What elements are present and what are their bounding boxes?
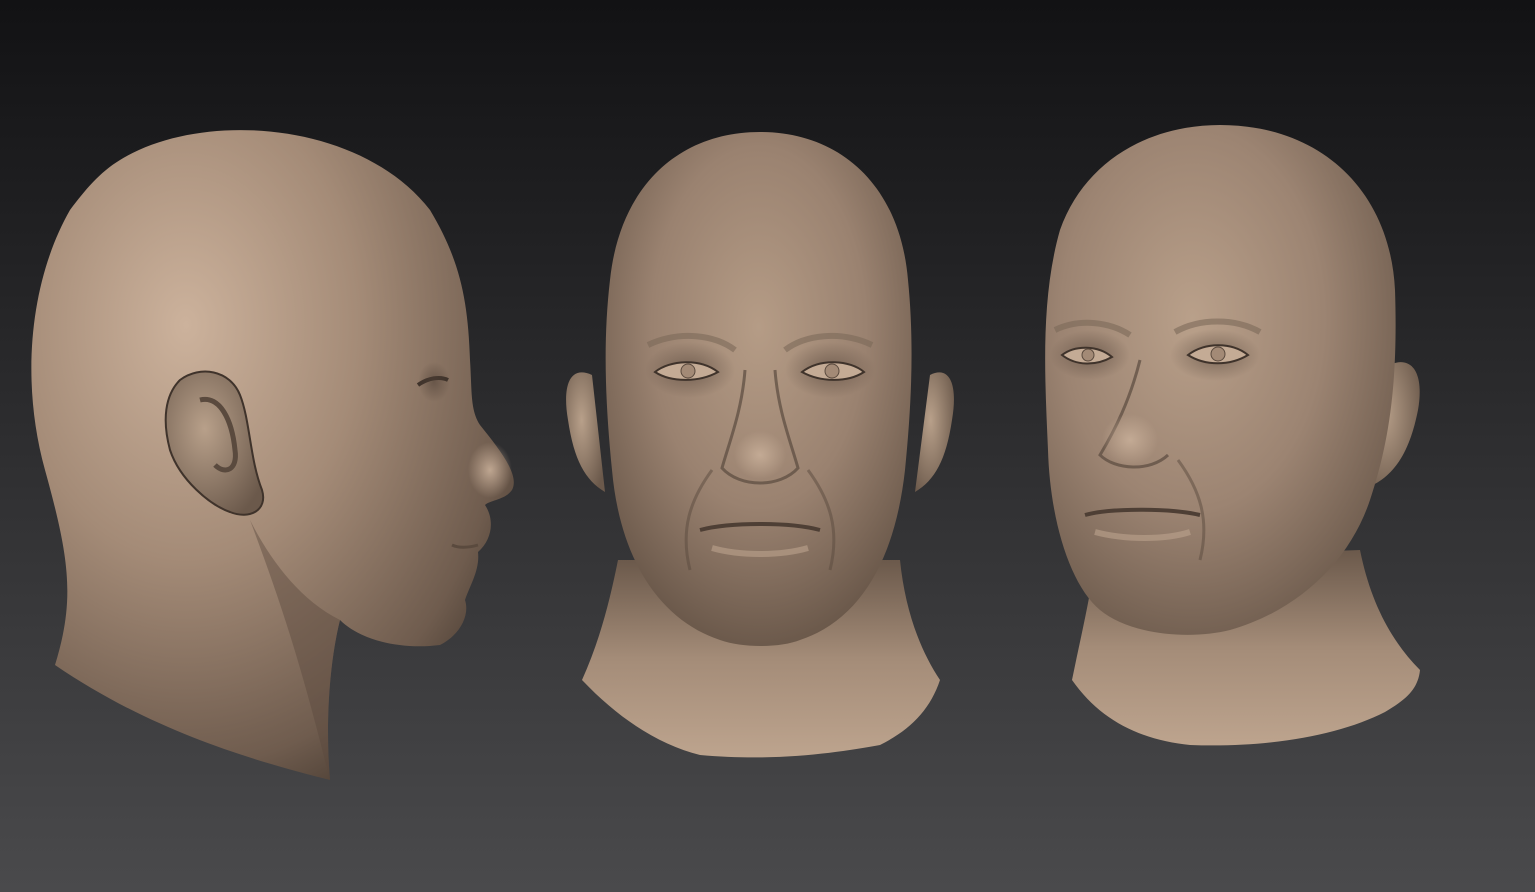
sculpt-viewport[interactable] — [0, 0, 1535, 892]
head-three-quarter-view — [1045, 125, 1420, 746]
head-front-view — [566, 132, 954, 758]
head-sculpt-render — [0, 0, 1535, 892]
